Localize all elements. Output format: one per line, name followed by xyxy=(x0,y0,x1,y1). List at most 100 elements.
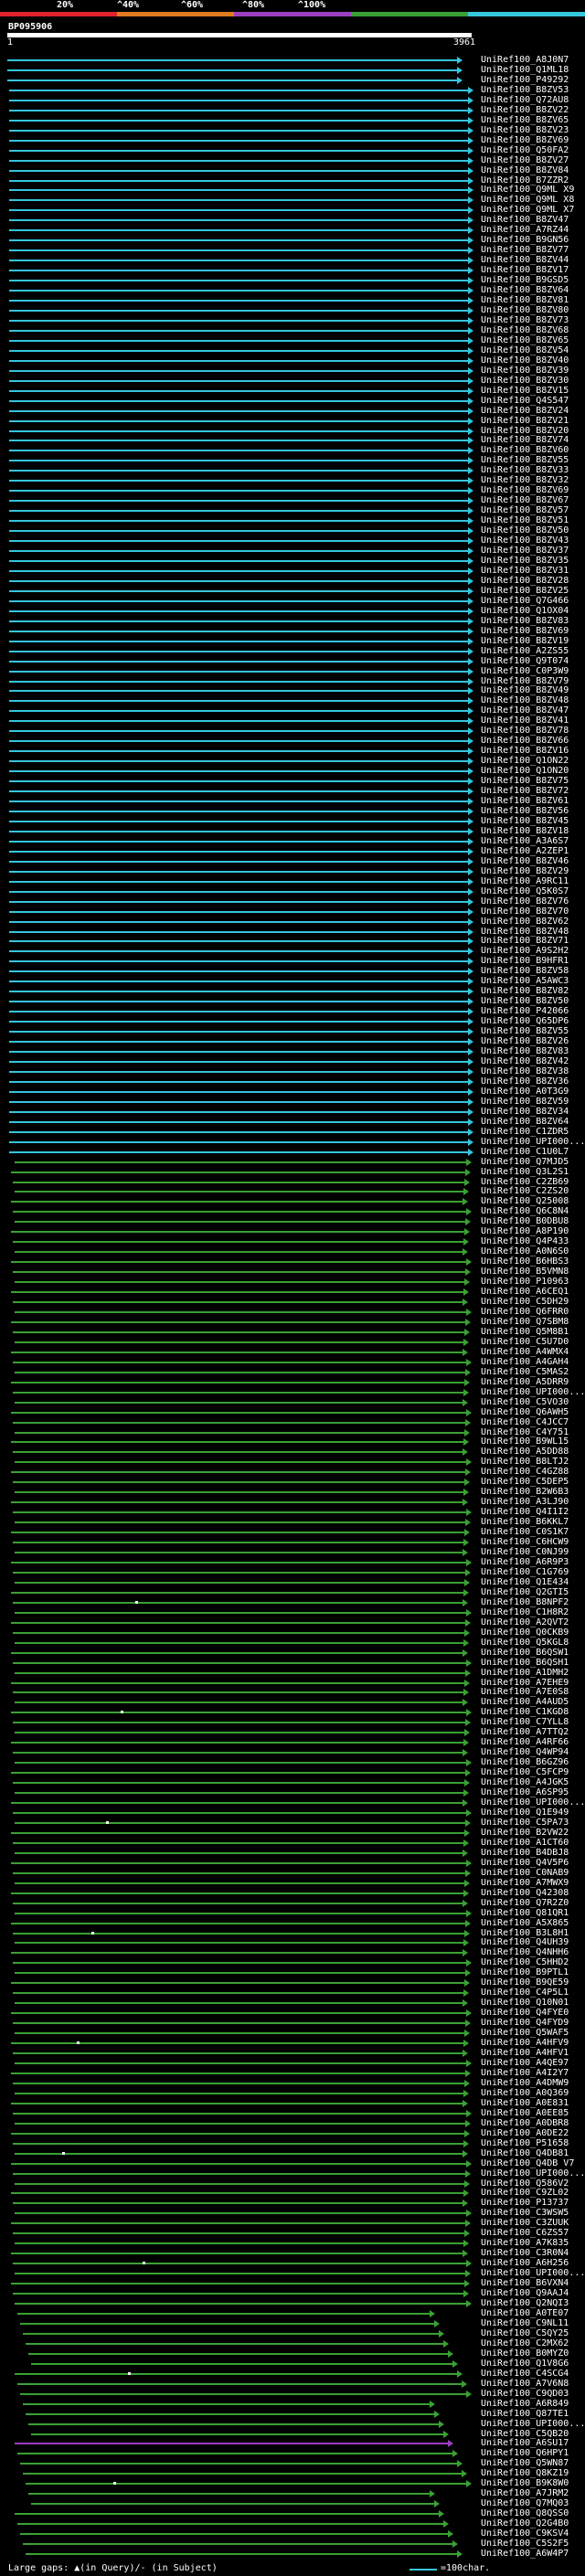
hit-bar[interactable] xyxy=(11,2192,463,2195)
hit-bar[interactable] xyxy=(11,1501,463,1504)
hit-bar[interactable] xyxy=(13,1481,464,1484)
hit-bar[interactable] xyxy=(15,2513,439,2516)
hit-bar[interactable] xyxy=(11,1802,463,1805)
hit-bar[interactable] xyxy=(9,510,468,513)
hit-bar[interactable] xyxy=(11,1712,466,1714)
hit-bar[interactable] xyxy=(31,2503,434,2506)
hit-bar[interactable] xyxy=(9,270,468,272)
hit-bar[interactable] xyxy=(23,2332,439,2335)
hit-bar[interactable] xyxy=(9,569,468,572)
hit-bar[interactable] xyxy=(13,1421,465,1424)
hit-bar[interactable] xyxy=(13,1211,466,1214)
hit-bar[interactable] xyxy=(17,2453,452,2455)
hit-bar[interactable] xyxy=(13,1181,464,1183)
hit-bar[interactable] xyxy=(13,1782,464,1785)
hit-bar[interactable] xyxy=(9,129,468,132)
hit-bar[interactable] xyxy=(9,981,468,983)
hit-bar[interactable] xyxy=(15,1882,464,1884)
hit-row[interactable]: UniRef100_A6W4P7 xyxy=(0,2549,585,2560)
hit-bar[interactable] xyxy=(11,2162,466,2165)
hit-bar[interactable] xyxy=(13,1932,464,1935)
hit-bar[interactable] xyxy=(9,540,468,543)
hit-bar[interactable] xyxy=(13,1841,463,1844)
hit-bar[interactable] xyxy=(11,1411,466,1414)
hit-bar[interactable] xyxy=(9,740,468,743)
hit-bar[interactable] xyxy=(9,660,468,663)
hit-bar[interactable] xyxy=(9,379,468,382)
hit-bar[interactable] xyxy=(13,1962,466,1965)
hit-bar[interactable] xyxy=(9,870,468,873)
hit-bar[interactable] xyxy=(13,1361,466,1363)
hit-bar[interactable] xyxy=(9,700,468,703)
hit-bar[interactable] xyxy=(9,920,468,923)
hit-bar[interactable] xyxy=(26,2412,434,2415)
hit-bar[interactable] xyxy=(23,2543,452,2546)
hit-bar[interactable] xyxy=(9,589,468,592)
hit-bar[interactable] xyxy=(9,1110,468,1113)
hit-bar[interactable] xyxy=(9,650,468,652)
hit-bar[interactable] xyxy=(9,1150,468,1153)
hit-bar[interactable] xyxy=(13,2112,466,2115)
hit-bar[interactable] xyxy=(9,1100,468,1103)
hit-bar[interactable] xyxy=(20,2533,448,2536)
hit-bar[interactable] xyxy=(13,2172,465,2175)
hit-bar[interactable] xyxy=(28,2352,448,2355)
hit-bar[interactable] xyxy=(15,1701,463,1704)
hit-bar[interactable] xyxy=(13,2232,464,2235)
hit-bar[interactable] xyxy=(13,1601,463,1604)
hit-bar[interactable] xyxy=(15,2122,465,2125)
hit-bar[interactable] xyxy=(9,169,468,172)
hit-bar[interactable] xyxy=(11,1621,465,1624)
hit-bar[interactable] xyxy=(13,1451,463,1454)
hit-bar[interactable] xyxy=(11,2012,466,2015)
hit-bar[interactable] xyxy=(11,1351,463,1353)
hit-bar[interactable] xyxy=(26,2342,443,2345)
hit-bar[interactable] xyxy=(17,2382,462,2385)
hit-bar[interactable] xyxy=(9,1021,468,1023)
hit-bar[interactable] xyxy=(11,1291,463,1294)
hit-bar[interactable] xyxy=(15,2273,465,2275)
hit-bar[interactable] xyxy=(9,560,468,562)
hit-bar[interactable] xyxy=(13,2142,463,2145)
hit-bar[interactable] xyxy=(9,900,468,903)
hit-bar[interactable] xyxy=(20,2463,457,2465)
hit-bar[interactable] xyxy=(9,780,468,783)
hit-bar[interactable] xyxy=(9,1130,468,1133)
hit-bar[interactable] xyxy=(26,2483,466,2486)
hit-bar[interactable] xyxy=(17,2313,430,2315)
hit-bar[interactable] xyxy=(15,2372,457,2375)
hit-bar[interactable] xyxy=(9,730,468,733)
hit-bar[interactable] xyxy=(9,209,468,212)
hit-bar[interactable] xyxy=(11,2222,465,2225)
hit-bar[interactable] xyxy=(9,349,468,352)
hit-bar[interactable] xyxy=(9,249,468,252)
hit-bar[interactable] xyxy=(9,359,468,362)
hit-bar[interactable] xyxy=(9,399,468,402)
hit-bar[interactable] xyxy=(9,460,468,462)
hit-bar[interactable] xyxy=(9,239,468,242)
hit-bar[interactable] xyxy=(9,640,468,642)
hit-bar[interactable] xyxy=(15,2242,463,2245)
hit-bar[interactable] xyxy=(9,680,468,683)
hit-bar[interactable] xyxy=(15,1671,465,1674)
hit-bar[interactable] xyxy=(13,1661,466,1664)
hit-bar[interactable] xyxy=(13,1330,464,1333)
hit-bar[interactable] xyxy=(9,1090,468,1093)
hit-bar[interactable] xyxy=(9,319,468,322)
hit-bar[interactable] xyxy=(9,1051,468,1054)
hit-bar[interactable] xyxy=(9,500,468,503)
hit-bar[interactable] xyxy=(15,2152,463,2155)
hit-bar[interactable] xyxy=(15,1581,464,1584)
hit-bar[interactable] xyxy=(15,1912,466,1914)
hit-bar[interactable] xyxy=(9,369,468,372)
hit-bar[interactable] xyxy=(9,620,468,622)
hit-bar[interactable] xyxy=(15,1161,466,1163)
hit-bar[interactable] xyxy=(7,69,457,71)
hit-bar[interactable] xyxy=(9,950,468,953)
hit-bar[interactable] xyxy=(15,2182,464,2185)
hit-bar[interactable] xyxy=(9,991,468,993)
hit-bar[interactable] xyxy=(13,1301,463,1304)
hit-bar[interactable] xyxy=(28,2493,430,2496)
hit-bar[interactable] xyxy=(11,1892,463,1894)
hit-bar[interactable] xyxy=(9,440,468,442)
